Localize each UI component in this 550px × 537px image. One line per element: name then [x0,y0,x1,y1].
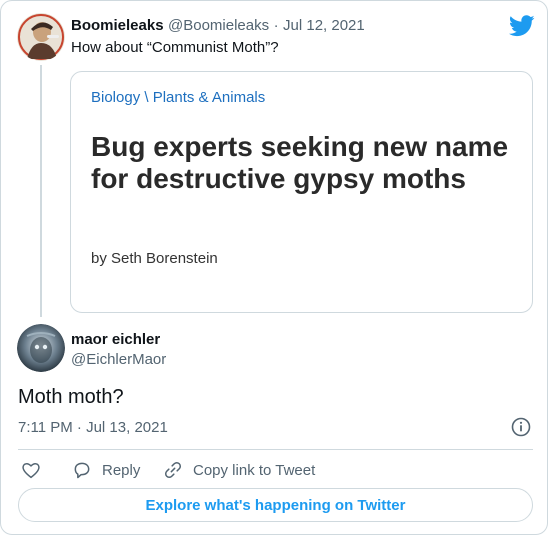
parent-avatar[interactable] [17,13,65,61]
parent-separator: · [273,17,279,34]
parent-tweet-text: How about “Communist Moth”? [71,39,279,56]
parent-tweet-header: Boomieleaks @Boomieleaks · Jul 12, 2021 [71,17,365,35]
article-title[interactable]: Bug experts seeking new name for destruc… [91,131,511,195]
copy-link-button[interactable]: Copy link to Tweet [163,459,315,481]
explore-label: Explore what's happening on Twitter [145,496,406,514]
copy-link-label: Copy link to Tweet [193,461,316,479]
reply-button[interactable]: Reply [72,459,140,481]
reply-tweet-text: Moth moth? [18,386,124,408]
reply-timestamp[interactable]: 7:11 PM · Jul 13, 2021 [18,419,168,436]
parent-author-name[interactable]: Boomieleaks [71,17,164,34]
reply-label: Reply [102,461,141,479]
link-icon [164,461,182,479]
reply-avatar[interactable] [17,324,65,372]
reply-bubble-icon [74,462,90,479]
explore-twitter-button[interactable]: Explore what's happening on Twitter [18,488,533,522]
info-icon[interactable] [511,417,531,437]
article-byline: by Seth Borenstein [91,250,218,267]
heart-icon [22,463,40,479]
parent-date[interactable]: Jul 12, 2021 [283,17,365,34]
article-breadcrumb[interactable]: Biology \ Plants & Animals [91,89,265,106]
thread-connector-line [40,65,42,317]
twitter-bird-icon[interactable] [508,15,535,37]
link-preview-card[interactable]: Biology \ Plants & Animals Bug experts s… [70,71,533,313]
actions-divider [18,449,533,450]
tweet-embed-card: Boomieleaks @Boomieleaks · Jul 12, 2021 … [0,0,548,535]
reply-author-handle[interactable]: @EichlerMaor [71,351,166,368]
reply-author-name[interactable]: maor eichler [71,331,160,348]
parent-author-handle[interactable]: @Boomieleaks [168,17,269,34]
like-button[interactable] [21,459,41,481]
